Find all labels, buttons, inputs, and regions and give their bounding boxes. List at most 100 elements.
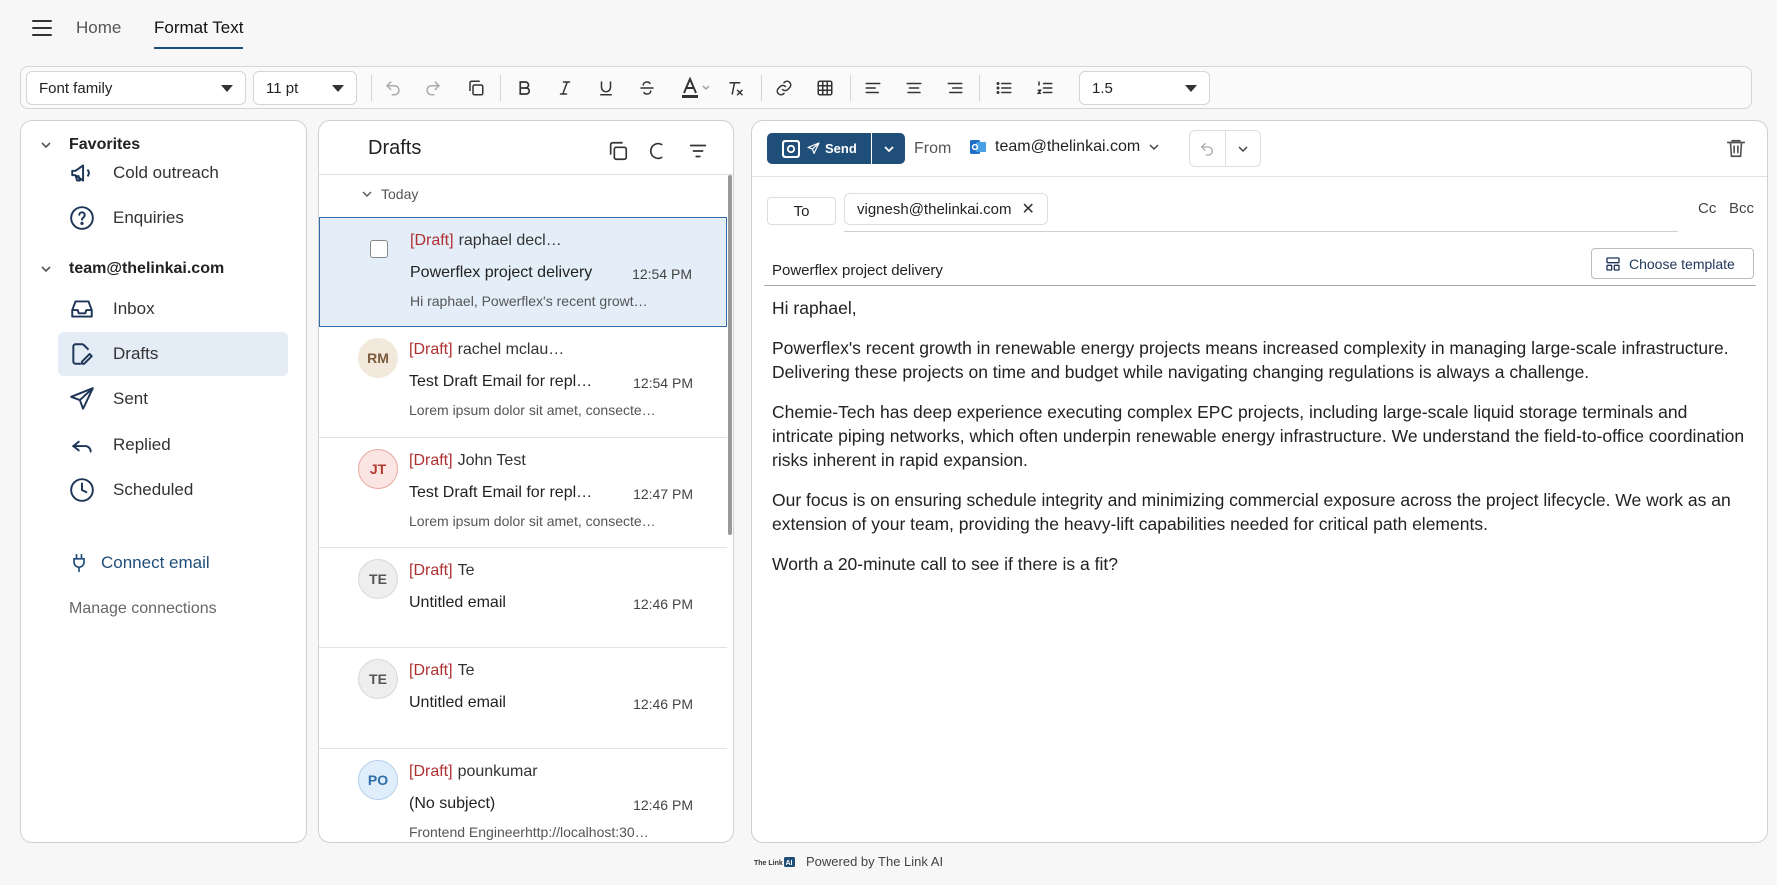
svg-text:AI: AI <box>786 860 793 867</box>
strikethrough-icon[interactable] <box>635 76 659 100</box>
the-link-ai-logo: The Link AI <box>754 856 795 867</box>
bold-icon[interactable] <box>512 76 536 100</box>
align-center-icon[interactable] <box>902 76 926 100</box>
body-paragraph: Chemie-Tech has deep experience executin… <box>772 402 1745 470</box>
undo-icon[interactable] <box>381 76 405 100</box>
text-color-icon[interactable] <box>679 76 713 100</box>
bullet-list-icon[interactable] <box>992 76 1016 100</box>
draft-item[interactable]: RM [Draft] rachel mclau… Test Draft Email… <box>319 327 727 438</box>
chevron-down-icon <box>362 191 372 197</box>
line-height-select[interactable]: 1.5 <box>1079 71 1210 105</box>
italic-icon[interactable] <box>553 76 577 100</box>
draft-time: 12:47 PM <box>633 486 693 502</box>
cc-button[interactable]: Cc <box>1698 200 1716 217</box>
draft-preview: Lorem ipsum dolor sit amet, consecte… <box>409 513 656 529</box>
chevron-down-icon <box>1149 144 1159 151</box>
sidebar-item-sent[interactable]: Sent <box>58 377 288 421</box>
close-icon[interactable]: ✕ <box>1021 199 1034 219</box>
draft-subject: Test Draft Email for repl… <box>409 373 593 390</box>
sidebar-item-enquiries[interactable]: Enquiries <box>58 196 288 240</box>
clock-icon <box>70 478 94 502</box>
sidebar-item-label: Enquiries <box>113 208 184 227</box>
draft-subject: (No subject) <box>409 795 496 812</box>
font-family-select[interactable]: Font family <box>26 71 246 105</box>
sidebar-item-scheduled[interactable]: Scheduled <box>58 468 288 512</box>
account-header[interactable]: team@thelinkai.com <box>39 257 224 281</box>
draft-time: 12:54 PM <box>633 375 693 391</box>
question-icon <box>70 206 94 230</box>
sidebar-item-replied[interactable]: Replied <box>58 423 288 467</box>
refresh-icon[interactable] <box>647 140 669 162</box>
font-size-select[interactable]: 11 pt <box>253 71 357 105</box>
reply-icon <box>71 440 92 453</box>
menu-icon[interactable] <box>30 16 54 40</box>
sender-name: John Test <box>457 452 526 469</box>
draft-preview: Lorem ipsum dolor sit amet, consecte… <box>409 402 656 418</box>
plug-icon <box>73 553 85 573</box>
compose-panel: Send From team@thelinkai.com To vignesh@… <box>751 120 1768 843</box>
draft-sender: [Draft] rachel mclau… <box>409 341 564 359</box>
undo-icon[interactable] <box>1190 131 1225 166</box>
sidebar-item-label: Drafts <box>113 344 159 363</box>
font-size-value: 11 pt <box>266 79 299 97</box>
table-icon[interactable] <box>813 76 837 100</box>
draft-subject: Untitled email <box>409 594 506 611</box>
copy-icon[interactable] <box>464 76 488 100</box>
choose-template-button[interactable]: Choose template <box>1591 248 1754 279</box>
inbox-icon <box>71 300 93 318</box>
bcc-button[interactable]: Bcc <box>1729 200 1754 217</box>
draft-item[interactable]: TE [Draft] Te Untitled email 12:46 PM <box>319 648 727 749</box>
choose-template-label: Choose template <box>1629 255 1735 272</box>
copy-icon[interactable] <box>607 140 629 162</box>
divider <box>319 174 733 175</box>
underline-icon[interactable] <box>594 76 618 100</box>
toolbar-divider <box>371 75 372 101</box>
recipient-chip: vignesh@thelinkai.com ✕ <box>844 193 1048 225</box>
manage-connections-link[interactable]: Manage connections <box>69 600 217 618</box>
draft-item[interactable]: PO [Draft] pounkumar (No subject) 12:46 P… <box>319 749 727 842</box>
sender-name: Te <box>457 562 475 579</box>
sidebar-item-drafts[interactable]: Drafts <box>58 332 288 376</box>
select-checkbox[interactable] <box>370 240 388 258</box>
send-button[interactable]: Send <box>767 133 871 164</box>
sidebar-item-inbox[interactable]: Inbox <box>58 287 288 331</box>
footer: The Link AI Powered by The Link AI <box>754 854 943 869</box>
chevron-down-icon <box>41 266 51 273</box>
to-button[interactable]: To <box>767 197 836 225</box>
numbered-list-icon[interactable] <box>1033 76 1057 100</box>
group-today[interactable]: Today <box>361 186 418 202</box>
sidebar-item-cold-outreach[interactable]: Cold outreach <box>58 151 288 195</box>
from-account-select[interactable]: team@thelinkai.com <box>970 138 1160 156</box>
send-options-button[interactable] <box>872 133 905 164</box>
redo-icon[interactable] <box>421 76 445 100</box>
align-right-icon[interactable] <box>943 76 967 100</box>
subject-input[interactable]: Powerflex project delivery <box>772 262 943 279</box>
chevron-down-icon <box>1185 84 1197 92</box>
chevron-down-icon[interactable] <box>1224 131 1260 166</box>
link-icon[interactable] <box>772 76 796 100</box>
align-left-icon[interactable] <box>861 76 885 100</box>
connect-email-link[interactable]: Connect email <box>69 553 210 573</box>
draft-item[interactable]: JT [Draft] John Test Test Draft Email for… <box>319 438 727 548</box>
footer-text: Powered by The Link AI <box>806 854 944 869</box>
top-nav: Home Format Text <box>0 0 1777 56</box>
sidebar-item-label: Scheduled <box>113 480 194 499</box>
tab-home[interactable]: Home <box>76 18 121 38</box>
trash-icon[interactable] <box>1725 137 1747 159</box>
draft-sender: [Draft] Te <box>409 662 474 680</box>
avatar: RM <box>358 338 398 378</box>
draft-time: 12:46 PM <box>633 797 693 813</box>
from-account: team@thelinkai.com <box>995 138 1141 155</box>
filter-icon[interactable] <box>687 140 709 162</box>
draft-item[interactable]: [Draft] raphael decl… Powerflex project d… <box>319 217 727 327</box>
tab-format-text[interactable]: Format Text <box>154 18 244 49</box>
drafts-list-panel: Drafts Today [Draft] raphael decl… Powerf… <box>318 120 734 843</box>
draft-sender: [Draft] pounkumar <box>409 763 538 781</box>
font-family-value: Font family <box>39 79 113 97</box>
divider <box>844 231 1678 232</box>
draft-item[interactable]: TE [Draft] Te Untitled email 12:46 PM <box>319 548 727 648</box>
email-body-editor[interactable]: Hi raphael, Powerflex's recent growth in… <box>772 296 1752 592</box>
scrollbar[interactable] <box>728 175 732 535</box>
clear-format-icon[interactable] <box>724 76 748 100</box>
avatar: TE <box>358 659 398 699</box>
